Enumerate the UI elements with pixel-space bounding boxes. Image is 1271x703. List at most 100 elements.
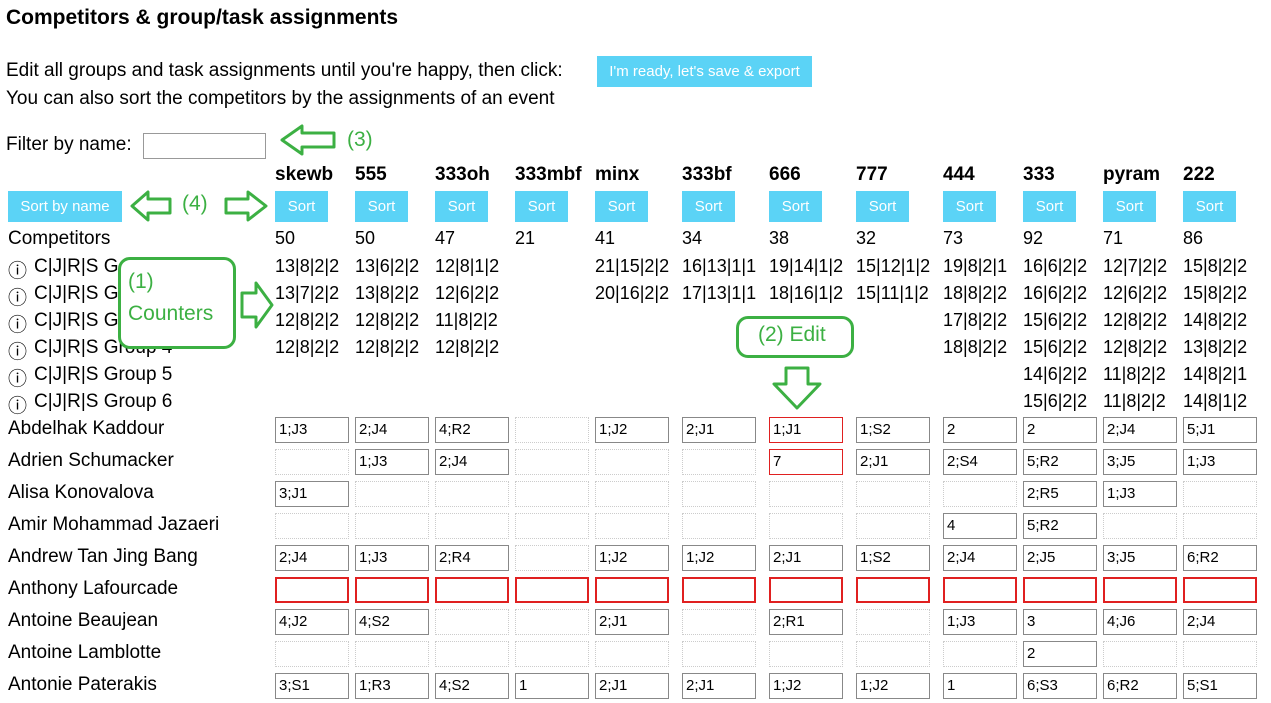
- assignment-cell[interactable]: 2;R1: [769, 609, 843, 635]
- info-icon[interactable]: ⓘ: [8, 310, 27, 337]
- assignment-cell[interactable]: [595, 513, 669, 539]
- assignment-cell[interactable]: [682, 609, 756, 635]
- assignment-cell[interactable]: 2;J5: [1023, 545, 1097, 571]
- assignment-cell[interactable]: 2;J4: [275, 545, 349, 571]
- assignment-cell[interactable]: [595, 641, 669, 667]
- sort-button-444[interactable]: Sort: [943, 191, 996, 222]
- assignment-cell[interactable]: 4;J6: [1103, 609, 1177, 635]
- assignment-cell[interactable]: [275, 449, 349, 475]
- assignment-cell[interactable]: 1;J3: [275, 417, 349, 443]
- assignment-cell[interactable]: [515, 481, 589, 507]
- assignment-cell[interactable]: 1;J2: [682, 545, 756, 571]
- assignment-cell[interactable]: 1;S2: [856, 417, 930, 443]
- assignment-cell[interactable]: [515, 417, 589, 443]
- assignment-cell[interactable]: [856, 641, 930, 667]
- assignment-cell[interactable]: [1103, 641, 1177, 667]
- assignment-cell[interactable]: 1: [515, 673, 589, 699]
- assignment-cell[interactable]: [355, 641, 429, 667]
- assignment-cell[interactable]: [943, 577, 1017, 603]
- info-icon[interactable]: ⓘ: [8, 364, 27, 391]
- assignment-cell[interactable]: 3: [1023, 609, 1097, 635]
- assignment-cell[interactable]: [856, 577, 930, 603]
- assignment-cell[interactable]: [275, 577, 349, 603]
- assignment-cell[interactable]: [595, 577, 669, 603]
- assignment-cell[interactable]: [435, 641, 509, 667]
- assignment-cell[interactable]: [1103, 577, 1177, 603]
- sort-button-777[interactable]: Sort: [856, 191, 909, 222]
- assignment-cell[interactable]: 6;S3: [1023, 673, 1097, 699]
- assignment-cell[interactable]: 1: [943, 673, 1017, 699]
- assignment-cell[interactable]: 6;R2: [1103, 673, 1177, 699]
- assignment-cell[interactable]: 3;J5: [1103, 449, 1177, 475]
- assignment-cell[interactable]: 1;J2: [769, 673, 843, 699]
- assignment-cell[interactable]: [769, 481, 843, 507]
- assignment-cell[interactable]: [515, 609, 589, 635]
- assignment-cell[interactable]: 2;J1: [682, 673, 756, 699]
- assignment-cell[interactable]: [769, 513, 843, 539]
- assignment-cell[interactable]: 1;S2: [856, 545, 930, 571]
- assignment-cell[interactable]: [943, 481, 1017, 507]
- assignment-cell[interactable]: 2: [1023, 641, 1097, 667]
- assignment-cell[interactable]: [1183, 513, 1257, 539]
- save-export-button[interactable]: I'm ready, let's save & export: [597, 56, 812, 87]
- assignment-cell[interactable]: 5;R2: [1023, 513, 1097, 539]
- info-icon[interactable]: ⓘ: [8, 337, 27, 364]
- info-icon[interactable]: ⓘ: [8, 391, 27, 418]
- assignment-cell[interactable]: [515, 449, 589, 475]
- assignment-cell[interactable]: 7: [769, 449, 843, 475]
- assignment-cell[interactable]: [515, 513, 589, 539]
- assignment-cell[interactable]: 1;J2: [595, 545, 669, 571]
- assignment-cell[interactable]: [435, 609, 509, 635]
- assignment-cell[interactable]: 1;J3: [1103, 481, 1177, 507]
- assignment-cell[interactable]: [1023, 577, 1097, 603]
- assignment-cell[interactable]: 2: [1023, 417, 1097, 443]
- sort-button-333oh[interactable]: Sort: [435, 191, 488, 222]
- assignment-cell[interactable]: [515, 577, 589, 603]
- assignment-cell[interactable]: [682, 577, 756, 603]
- sort-button-minx[interactable]: Sort: [595, 191, 648, 222]
- assignment-cell[interactable]: 1;J3: [1183, 449, 1257, 475]
- sort-button-333[interactable]: Sort: [1023, 191, 1076, 222]
- assignment-cell[interactable]: [769, 641, 843, 667]
- assignment-cell[interactable]: 1;J2: [595, 417, 669, 443]
- assignment-cell[interactable]: [1183, 481, 1257, 507]
- assignment-cell[interactable]: [682, 641, 756, 667]
- assignment-cell[interactable]: 4;R2: [435, 417, 509, 443]
- assignment-cell[interactable]: [595, 481, 669, 507]
- assignment-cell[interactable]: 1;R3: [355, 673, 429, 699]
- sort-button-skewb[interactable]: Sort: [275, 191, 328, 222]
- assignment-cell[interactable]: 2;J4: [355, 417, 429, 443]
- assignment-cell[interactable]: [355, 577, 429, 603]
- assignment-cell[interactable]: 2;R5: [1023, 481, 1097, 507]
- assignment-cell[interactable]: 4;S2: [435, 673, 509, 699]
- assignment-cell[interactable]: 4: [943, 513, 1017, 539]
- assignment-cell[interactable]: 2;J1: [595, 673, 669, 699]
- assignment-cell[interactable]: 2: [943, 417, 1017, 443]
- assignment-cell[interactable]: [856, 481, 930, 507]
- assignment-cell[interactable]: 3;S1: [275, 673, 349, 699]
- assignment-cell[interactable]: [435, 577, 509, 603]
- assignment-cell[interactable]: 1;J3: [943, 609, 1017, 635]
- assignment-cell[interactable]: 2;J1: [682, 417, 756, 443]
- assignment-cell[interactable]: 2;J4: [1183, 609, 1257, 635]
- info-icon[interactable]: ⓘ: [8, 256, 27, 283]
- assignment-cell[interactable]: 1;J2: [856, 673, 930, 699]
- assignment-cell[interactable]: [682, 449, 756, 475]
- assignment-cell[interactable]: [355, 513, 429, 539]
- assignment-cell[interactable]: 4;S2: [355, 609, 429, 635]
- assignment-cell[interactable]: 2;J4: [1103, 417, 1177, 443]
- sort-button-666[interactable]: Sort: [769, 191, 822, 222]
- assignment-cell[interactable]: 5;S1: [1183, 673, 1257, 699]
- assignment-cell[interactable]: 4;J2: [275, 609, 349, 635]
- assignment-cell[interactable]: 3;J1: [275, 481, 349, 507]
- assignment-cell[interactable]: [435, 481, 509, 507]
- assignment-cell[interactable]: [275, 513, 349, 539]
- assignment-cell[interactable]: 5;R2: [1023, 449, 1097, 475]
- sort-button-222[interactable]: Sort: [1183, 191, 1236, 222]
- assignment-cell[interactable]: [1103, 513, 1177, 539]
- assignment-cell[interactable]: [682, 481, 756, 507]
- assignment-cell[interactable]: [856, 513, 930, 539]
- sort-by-name-button[interactable]: Sort by name: [8, 191, 122, 222]
- sort-button-333mbf[interactable]: Sort: [515, 191, 568, 222]
- assignment-cell[interactable]: [769, 577, 843, 603]
